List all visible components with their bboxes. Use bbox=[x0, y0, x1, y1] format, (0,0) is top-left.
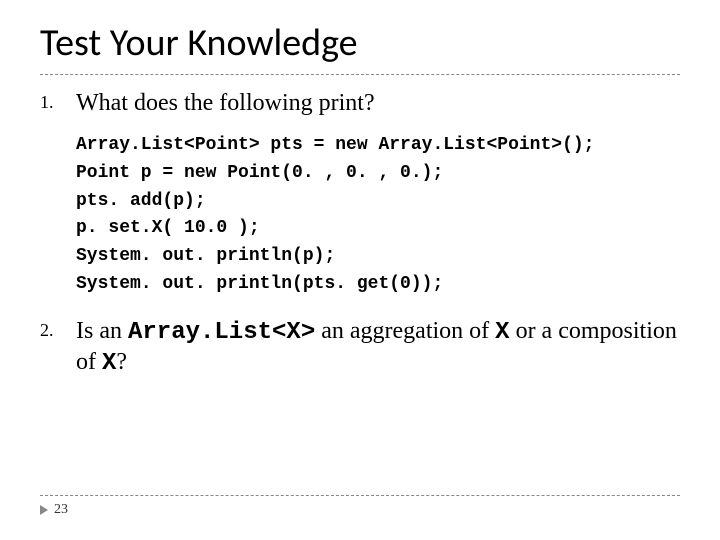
page-title: Test Your Knowledge bbox=[40, 20, 680, 66]
code-inline: Array.List<X> bbox=[128, 319, 315, 346]
text-fragment: Is an bbox=[76, 318, 128, 344]
question-item-2: 2. Is an Array.List<X> an aggregation of… bbox=[40, 317, 680, 379]
question-item-1: 1. What does the following print? Array.… bbox=[40, 89, 680, 299]
question-number: 1. bbox=[40, 92, 54, 113]
slide: Test Your Knowledge 1. What does the fol… bbox=[0, 0, 720, 540]
code-block: Array.List<Point> pts = new Array.List<P… bbox=[76, 132, 680, 299]
slide-footer: 23 bbox=[40, 495, 680, 518]
code-inline: X bbox=[102, 350, 116, 377]
footer-divider bbox=[40, 495, 680, 496]
question-text: Is an Array.List<X> an aggregation of X … bbox=[76, 317, 680, 379]
footer-row: 23 bbox=[40, 502, 680, 518]
question-text: What does the following print? bbox=[76, 89, 680, 118]
question-list: 1. What does the following print? Array.… bbox=[40, 89, 680, 379]
question-number: 2. bbox=[40, 320, 54, 341]
text-fragment: ? bbox=[116, 349, 127, 375]
text-fragment: an aggregation of bbox=[315, 318, 495, 344]
code-inline: X bbox=[495, 319, 509, 346]
arrow-right-icon bbox=[40, 505, 48, 515]
title-divider bbox=[40, 74, 680, 75]
page-number: 23 bbox=[54, 502, 68, 518]
